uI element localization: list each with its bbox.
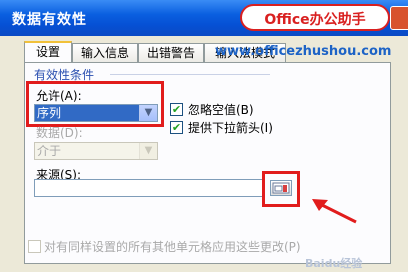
source-input[interactable] xyxy=(34,179,264,197)
data-select[interactable]: 介于 ▼ xyxy=(34,142,158,160)
ignore-blank-label: 忽略空值(B) xyxy=(188,103,254,117)
apply-all-label: 对有同样设置的所有其他单元格应用这些更改(P) xyxy=(44,240,301,254)
data-label: 数据(D): xyxy=(36,126,83,140)
brand-logo: Office办公助手 xyxy=(240,4,390,31)
in-cell-dropdown-checkbox[interactable]: ✔ xyxy=(170,121,183,134)
title-bar: 数据有效性 Office办公助手 xyxy=(0,0,408,36)
tab-settings[interactable]: 设置 xyxy=(24,41,72,64)
red-arrow-icon xyxy=(312,199,357,224)
in-cell-dropdown-label: 提供下拉箭头(I) xyxy=(188,121,273,135)
highlight-ref-button xyxy=(262,171,300,207)
watermark: Baidu经验 xyxy=(305,257,363,270)
tab-error-alert[interactable]: 出错警告 xyxy=(138,43,204,62)
data-validation-dialog: 数据有效性 Office办公助手 设置 输入信息 出错警告 输入法模式 www.… xyxy=(0,0,408,272)
apply-all-checkbox[interactable] xyxy=(28,240,41,253)
close-button[interactable] xyxy=(390,6,408,30)
data-select-value: 介于 xyxy=(37,144,62,158)
brand-url: www.officezhushou.com xyxy=(215,44,392,59)
highlight-allow xyxy=(26,81,164,127)
tab-input-message[interactable]: 输入信息 xyxy=(72,43,138,62)
chevron-down-icon: ▼ xyxy=(139,143,157,159)
group-divider xyxy=(110,74,270,75)
window-title: 数据有效性 xyxy=(12,12,87,28)
brand-text: Office办公助手 xyxy=(264,12,366,28)
ignore-blank-checkbox[interactable]: ✔ xyxy=(170,103,183,116)
